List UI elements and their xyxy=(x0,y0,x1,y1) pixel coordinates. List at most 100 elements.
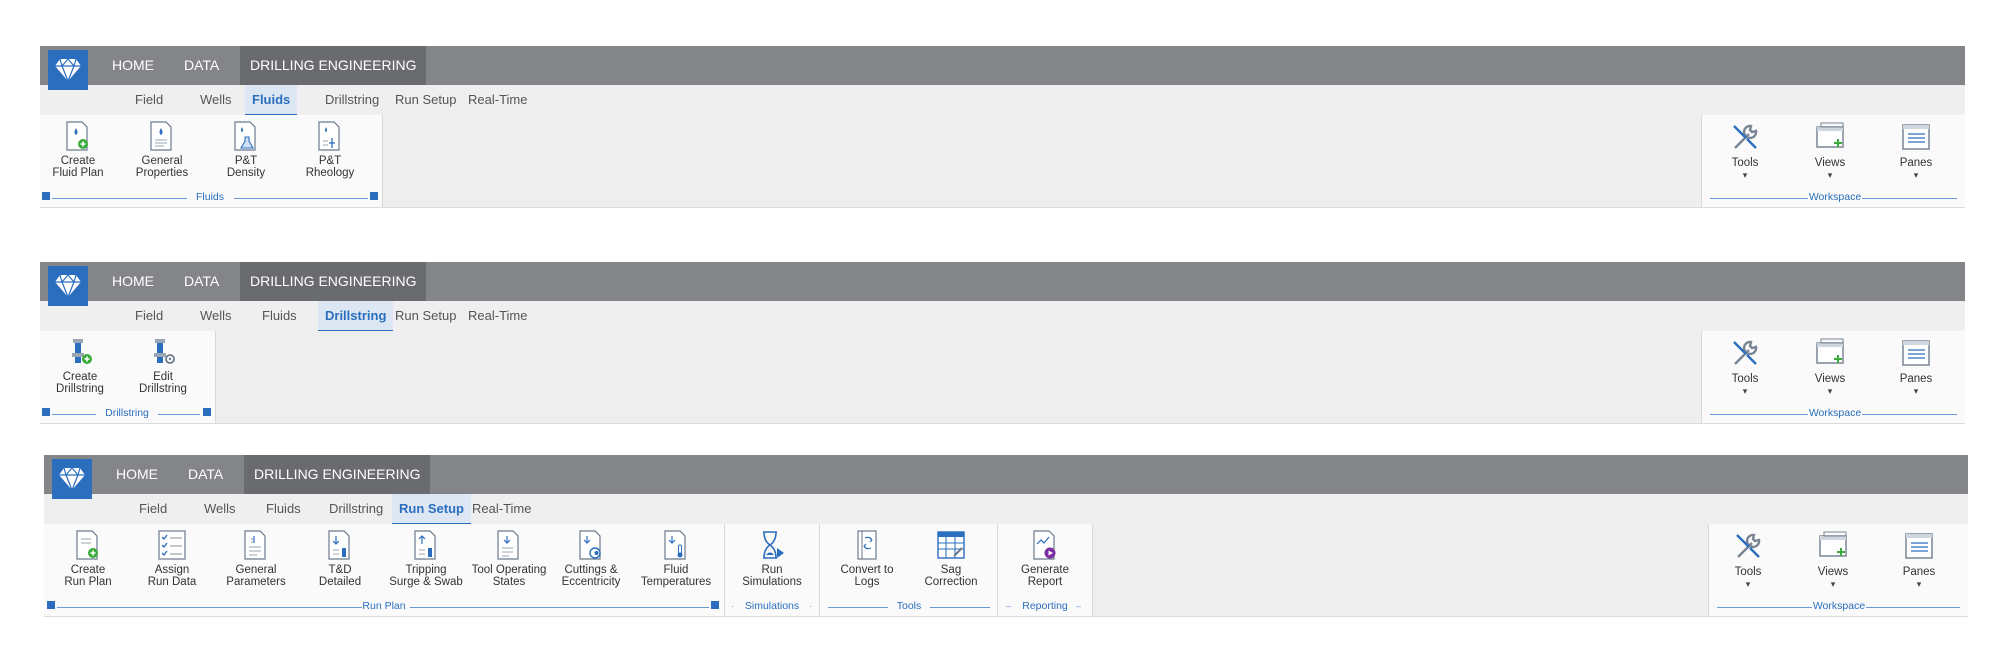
convert-to-logs-icon xyxy=(857,530,877,560)
main-tab-home[interactable]: HOME xyxy=(102,46,164,85)
td-detailed-button[interactable]: T&D Detailed xyxy=(306,530,374,588)
group-expand-icon[interactable] xyxy=(203,408,211,416)
cuttings-eccentricity-icon xyxy=(579,530,601,560)
app-logo-icon[interactable] xyxy=(52,459,92,499)
workspace-panes-button[interactable]: Panes ▾ xyxy=(1894,530,1944,590)
fluid-temperatures-label: Fluid Temperatures xyxy=(640,564,712,588)
main-tab-bar: HOME DATA DRILLING ENGINEERING xyxy=(40,46,1965,85)
group-label-simulations: · Simulations · xyxy=(731,600,812,612)
edit-drillstring-button[interactable]: Edit Drillstring xyxy=(131,337,195,395)
tool-operating-states-button[interactable]: Tool Operating States xyxy=(468,530,550,588)
sub-tab-field[interactable]: Field xyxy=(128,301,170,330)
group-label-workspace: Workspace xyxy=(1709,600,1968,614)
workspace-panes-label: Panes xyxy=(1902,566,1936,578)
app-logo-icon[interactable] xyxy=(48,50,88,90)
sub-tab-drillstring[interactable]: Drillstring xyxy=(322,494,390,523)
tripping-surge-swab-label: Tripping Surge & Swab xyxy=(389,564,463,588)
group-expand-icon[interactable] xyxy=(42,408,50,416)
convert-to-logs-label: Convert to Logs xyxy=(840,564,894,588)
sub-tab-run-setup[interactable]: Run Setup xyxy=(388,301,463,330)
main-tab-drilling-engineering[interactable]: DRILLING ENGINEERING xyxy=(240,262,427,301)
sub-tab-fluids[interactable]: Fluids xyxy=(259,494,308,523)
create-run-plan-button[interactable]: Create Run Plan xyxy=(54,530,122,588)
convert-to-logs-button[interactable]: Convert to Logs xyxy=(830,530,904,588)
create-run-plan-label: Create Run Plan xyxy=(64,564,112,588)
group-expand-icon[interactable] xyxy=(47,601,55,609)
main-tab-data[interactable]: DATA xyxy=(178,455,233,494)
sub-tab-fluids[interactable]: Fluids xyxy=(255,301,304,330)
workspace-views-button[interactable]: Views ▾ xyxy=(1805,337,1855,397)
sub-tab-wells[interactable]: Wells xyxy=(193,85,239,114)
main-tab-bar: HOME DATA DRILLING ENGINEERING xyxy=(40,262,1965,301)
sub-tab-drillstring[interactable]: Drillstring xyxy=(318,301,394,332)
group-expand-icon[interactable] xyxy=(42,192,50,200)
group-tools: Convert to Logs Sag Correction Tools xyxy=(820,524,998,616)
sub-tab-field[interactable]: Field xyxy=(128,85,170,114)
create-fluid-plan-label: Create Fluid Plan xyxy=(52,155,104,179)
create-drillstring-button[interactable]: Create Drillstring xyxy=(48,337,112,395)
app-logo-icon[interactable] xyxy=(48,266,88,306)
dropdown-caret-icon: ▾ xyxy=(1742,386,1748,396)
generate-report-button[interactable]: Generate Report xyxy=(1008,530,1082,588)
sub-tab-wells[interactable]: Wells xyxy=(197,494,243,523)
ribbon-body: Create Run Plan Assign Run Data General … xyxy=(44,524,1968,617)
cuttings-eccentricity-button[interactable]: Cuttings & Eccentricity xyxy=(556,530,626,588)
workspace-tools-button[interactable]: Tools ▾ xyxy=(1720,121,1770,181)
pt-rheology-button[interactable]: P&T Rheology xyxy=(298,121,362,179)
general-parameters-button[interactable]: General Parameters xyxy=(222,530,290,588)
group-drillstring: Create Drillstring Edit Drillstring Dril… xyxy=(40,331,216,423)
main-tab-bar: HOME DATA DRILLING ENGINEERING xyxy=(44,455,1968,494)
pt-density-button[interactable]: P&T Density xyxy=(214,121,278,179)
sub-tab-run-setup[interactable]: Run Setup xyxy=(388,85,463,114)
sag-correction-button[interactable]: Sag Correction xyxy=(914,530,988,588)
main-tab-data[interactable]: DATA xyxy=(174,46,229,85)
fluid-temperatures-button[interactable]: Fluid Temperatures xyxy=(640,530,712,588)
workspace-tools-button[interactable]: Tools ▾ xyxy=(1720,337,1770,397)
create-fluid-plan-icon xyxy=(66,121,88,151)
wrench-screwdriver-icon xyxy=(1733,340,1758,365)
group-label-reporting: – Reporting – xyxy=(1006,600,1082,612)
td-detailed-icon xyxy=(328,530,350,560)
group-reporting: Generate Report – Reporting – xyxy=(998,524,1093,616)
group-expand-icon[interactable] xyxy=(711,601,719,609)
general-properties-button[interactable]: General Properties xyxy=(130,121,194,179)
general-parameters-icon xyxy=(244,530,266,560)
ribbon-run-setup: HOME DATA DRILLING ENGINEERING Field Wel… xyxy=(44,455,1968,617)
workspace-panes-label: Panes xyxy=(1899,157,1933,169)
run-simulations-button[interactable]: Run Simulations xyxy=(735,530,809,588)
pt-density-label: P&T Density xyxy=(226,155,266,179)
sub-tab-run-setup[interactable]: Run Setup xyxy=(392,494,471,525)
workspace-tools-button[interactable]: Tools ▾ xyxy=(1723,530,1773,590)
general-properties-icon xyxy=(150,121,172,151)
ribbon-drillstring: HOME DATA DRILLING ENGINEERING Field Wel… xyxy=(40,262,1965,424)
views-icon xyxy=(1816,338,1844,364)
dropdown-caret-icon: ▾ xyxy=(1827,170,1833,180)
sub-tab-field[interactable]: Field xyxy=(132,494,174,523)
workspace-views-button[interactable]: Views ▾ xyxy=(1805,121,1855,181)
views-icon xyxy=(1819,531,1847,557)
panes-icon xyxy=(1902,124,1930,150)
create-fluid-plan-button[interactable]: Create Fluid Plan xyxy=(46,121,110,179)
sub-tab-wells[interactable]: Wells xyxy=(193,301,239,330)
sub-tab-fluids[interactable]: Fluids xyxy=(245,85,298,116)
sub-tab-drillstring[interactable]: Drillstring xyxy=(318,85,386,114)
workspace-panes-button[interactable]: Panes ▾ xyxy=(1891,337,1941,397)
general-properties-label: General Properties xyxy=(135,155,189,179)
tripping-surge-swab-button[interactable]: Tripping Surge & Swab xyxy=(384,530,468,588)
assign-run-data-button[interactable]: Assign Run Data xyxy=(138,530,206,588)
workspace-views-button[interactable]: Views ▾ xyxy=(1808,530,1858,590)
main-tab-data[interactable]: DATA xyxy=(174,262,229,301)
main-tab-home[interactable]: HOME xyxy=(102,262,164,301)
main-tab-drilling-engineering[interactable]: DRILLING ENGINEERING xyxy=(240,46,427,85)
sub-tab-real-time[interactable]: Real-Time xyxy=(465,494,538,523)
sub-tab-real-time[interactable]: Real-Time xyxy=(461,85,534,114)
sub-tab-real-time[interactable]: Real-Time xyxy=(461,301,534,330)
assign-run-data-icon xyxy=(158,530,186,560)
generate-report-label: Generate Report xyxy=(1021,564,1069,588)
workspace-panes-button[interactable]: Panes ▾ xyxy=(1891,121,1941,181)
main-tab-drilling-engineering[interactable]: DRILLING ENGINEERING xyxy=(244,455,431,494)
sub-tab-bar: Field Wells Fluids Drillstring Run Setup… xyxy=(40,85,1965,116)
pt-rheology-icon xyxy=(318,121,340,151)
main-tab-home[interactable]: HOME xyxy=(106,455,168,494)
group-expand-icon[interactable] xyxy=(370,192,378,200)
